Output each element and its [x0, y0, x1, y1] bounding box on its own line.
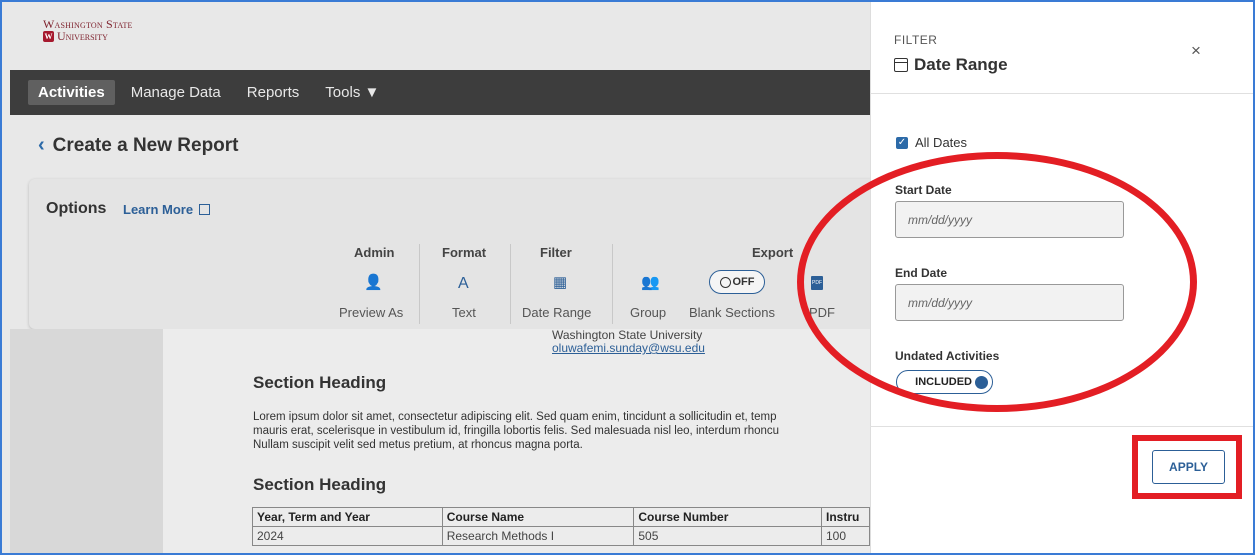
section-heading-2: Section Heading	[253, 475, 387, 494]
logo-line2-row: W University	[43, 30, 133, 42]
back-link[interactable]: ‹ Create a New Report	[38, 134, 239, 157]
checkbox-checked-icon[interactable]: ✓	[896, 136, 908, 149]
blank-sections-toggle[interactable]: OFF	[709, 270, 765, 294]
group-people-icon[interactable]: 👥	[641, 273, 660, 291]
doc-institution: Washington State University	[552, 328, 703, 342]
table-cell: 100	[821, 526, 870, 546]
panel-title-text: Date Range	[914, 55, 1008, 74]
table-cell: Research Methods I	[441, 526, 635, 546]
table-row: 2024 Research Methods I 505 100	[252, 526, 870, 546]
options-title: Options	[46, 200, 107, 217]
lorem-line: Lorem ipsum dolor sit amet, consectetur …	[253, 411, 777, 423]
group-export: Export	[752, 245, 794, 260]
doc-left-margin	[10, 329, 163, 553]
panel-title: Date Range	[894, 55, 1008, 75]
tool-preview-as[interactable]: Preview As	[339, 305, 403, 320]
logo-line2: University	[57, 29, 108, 43]
nav-activities[interactable]: Activities	[28, 80, 115, 105]
text-format-icon[interactable]: A	[458, 275, 469, 293]
courses-table: Year, Term and Year Course Name Course N…	[252, 507, 870, 546]
table-header: Course Number	[633, 507, 822, 527]
nav-tools[interactable]: Tools ▼	[315, 80, 389, 105]
background-app: Washington State W University Activities…	[2, 2, 870, 553]
divider	[510, 244, 511, 324]
divider	[612, 244, 613, 324]
tool-group[interactable]: Group	[630, 305, 666, 320]
chevron-left-icon: ‹	[38, 134, 45, 156]
lorem-paragraph: Lorem ipsum dolor sit amet, consectetur …	[253, 410, 870, 452]
cougar-shield-icon: W	[43, 30, 54, 42]
all-dates-label: All Dates	[915, 135, 968, 150]
learn-more-label: Learn More	[123, 202, 194, 217]
table-header: Year, Term and Year	[252, 507, 443, 527]
lorem-line: Nullam suscipit velit sed metus pretium,…	[253, 439, 583, 451]
tool-text[interactable]: Text	[452, 305, 476, 320]
table-cell: 2024	[252, 526, 443, 546]
section-heading-1: Section Heading	[253, 373, 387, 392]
all-dates-checkbox[interactable]: ✓ All Dates	[896, 135, 967, 150]
tool-blank-sections: Blank Sections	[689, 305, 775, 320]
nav-reports[interactable]: Reports	[237, 80, 310, 105]
learn-more-link[interactable]: Learn More	[123, 202, 211, 217]
annotation-box	[1132, 435, 1242, 499]
tool-date-range[interactable]: Date Range	[522, 305, 591, 320]
external-link-icon	[199, 204, 211, 215]
close-button[interactable]: ×	[1191, 41, 1201, 61]
wsu-logo[interactable]: Washington State W University	[43, 18, 133, 42]
group-admin: Admin	[354, 245, 395, 260]
toggle-off-label: OFF	[732, 276, 755, 288]
table-cell: 505	[633, 526, 822, 546]
nav-manage-data[interactable]: Manage Data	[121, 80, 231, 105]
person-icon[interactable]: 👤	[364, 273, 383, 291]
page-title: Create a New Report	[52, 134, 239, 156]
table-header: Instru	[821, 507, 870, 527]
divider	[419, 244, 420, 324]
filter-label: FILTER	[894, 33, 938, 47]
calendar-icon	[894, 58, 908, 72]
table-header: Course Name	[441, 507, 635, 527]
divider	[870, 93, 1253, 94]
calendar-icon[interactable]: ▦	[553, 273, 567, 291]
lorem-line: mauris erat, scelerisque in vestibulum i…	[253, 425, 780, 437]
divider	[870, 426, 1253, 427]
main-nav: Activities Manage Data Reports Tools ▼	[10, 70, 870, 115]
doc-email-link[interactable]: oluwafemi.sunday@wsu.edu	[552, 341, 705, 355]
table-header-row: Year, Term and Year Course Name Course N…	[252, 507, 870, 527]
toggle-knob	[719, 276, 731, 288]
annotation-ellipse	[797, 152, 1197, 412]
screenshot-frame: Washington State W University Activities…	[0, 0, 1255, 555]
group-format: Format	[442, 245, 487, 260]
group-filter: Filter	[540, 245, 572, 260]
